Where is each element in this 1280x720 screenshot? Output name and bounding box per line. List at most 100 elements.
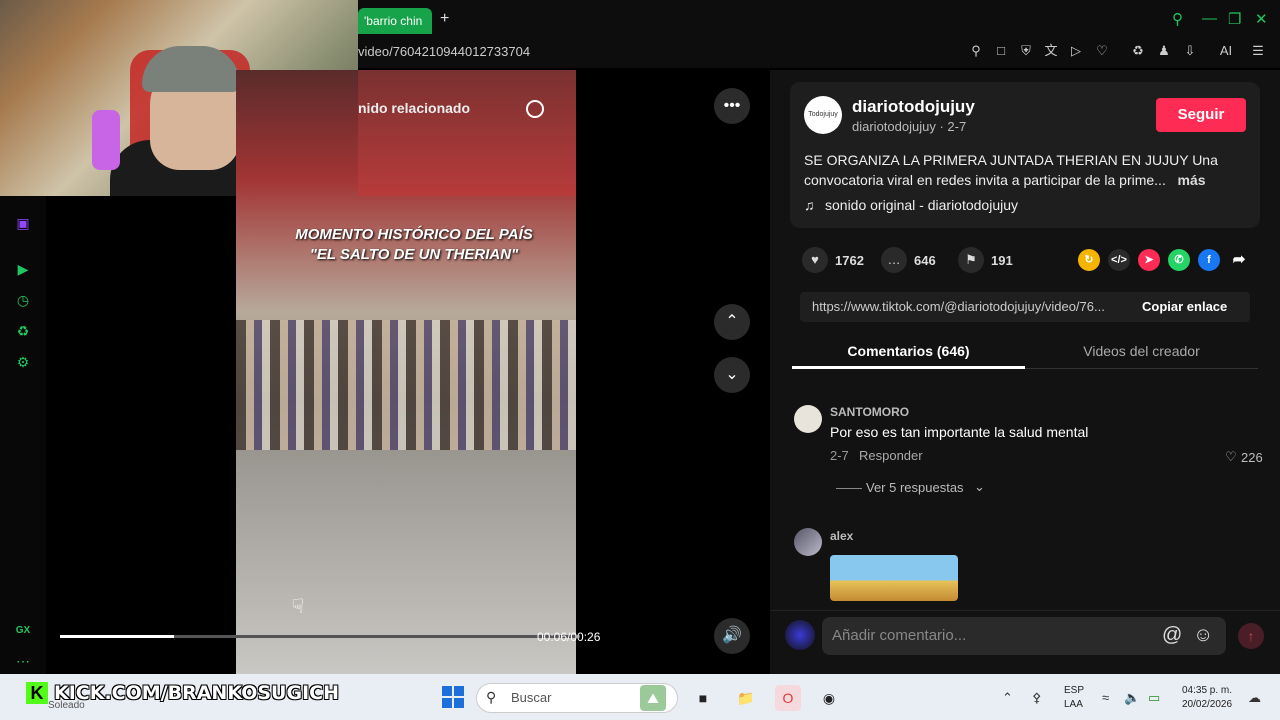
emoji-icon[interactable]: ☺ — [1193, 624, 1213, 647]
comment-username[interactable]: alex — [830, 529, 853, 543]
url-field[interactable]: video/7604210944012733704 — [358, 44, 530, 59]
windows-start-icon[interactable] — [442, 686, 464, 708]
keyboard-layout-label[interactable]: LAA — [1064, 699, 1083, 710]
comment-date: 2-7 — [830, 448, 849, 463]
next-video-button[interactable]: ⌄ — [714, 357, 750, 393]
history-icon[interactable]: ◷ — [14, 291, 32, 309]
embed-icon[interactable]: </> — [1108, 249, 1130, 271]
app-icon[interactable]: ◉ — [816, 685, 842, 711]
more-options-button[interactable]: ••• — [714, 88, 750, 124]
volume-button[interactable]: 🔊 — [714, 618, 750, 654]
widget-icon[interactable]: ⛰ — [640, 685, 666, 711]
player-icon[interactable]: ▶ — [14, 260, 32, 278]
reply-button[interactable]: Responder — [859, 448, 923, 463]
kick-channel-text: KICK.COM/BRANKOSUGICH — [54, 682, 340, 705]
twitch-icon[interactable]: ▣ — [14, 214, 32, 232]
chevron-down-icon[interactable]: ⌄ — [974, 479, 985, 495]
copy-link-button[interactable]: Copiar enlace — [1142, 299, 1227, 314]
download-icon[interactable]: ⇩ — [1182, 43, 1198, 59]
search-icon: ⚲ — [486, 689, 497, 705]
share-icon[interactable]: ➦ — [1228, 249, 1250, 271]
view-replies-button[interactable]: Ver 5 respuestas — [866, 480, 964, 495]
comment-count: 646 — [914, 253, 936, 268]
previous-video-button[interactable]: ⌃ — [714, 304, 750, 340]
author-name[interactable]: diariotodojujuy — [852, 97, 975, 117]
ai-label: AI — [1219, 43, 1233, 58]
close-icon[interactable]: ✕ — [1255, 10, 1268, 28]
more-link[interactable]: más — [1178, 172, 1206, 188]
like-icon[interactable]: ♥ — [802, 247, 828, 273]
like-count: 1762 — [835, 253, 864, 268]
settings-icon[interactable]: ⚙ — [14, 353, 32, 371]
search-icon[interactable]: ⚲ — [1172, 10, 1183, 28]
shield-icon[interactable]: ⛨ — [1018, 43, 1034, 59]
microphone-tray-icon[interactable]: ⚴ — [1032, 690, 1042, 706]
translate-icon[interactable]: 文 — [1043, 43, 1059, 59]
opera-gx-icon[interactable]: O — [775, 685, 801, 711]
tab-comments[interactable]: Comentarios (646) — [792, 343, 1025, 359]
browser-tab[interactable]: 'barrio chin — [358, 8, 432, 34]
follow-button[interactable]: Seguir — [1156, 98, 1246, 132]
volume-tray-icon[interactable]: 🔈 — [1124, 690, 1140, 706]
comment-username[interactable]: SANTOMORO — [830, 405, 909, 419]
comment-icon[interactable]: … — [881, 247, 907, 273]
active-tab-indicator — [792, 366, 1025, 369]
kick-logo-icon: K — [26, 682, 48, 704]
comment-like-count: 226 — [1241, 450, 1263, 465]
post-link[interactable]: https://www.tiktok.com/@diariotodojujuy/… — [812, 299, 1130, 314]
screenshot-icon[interactable]: □ — [993, 43, 1009, 59]
gx-label[interactable]: GX — [14, 622, 32, 640]
author-avatar[interactable]: Todojujuy — [804, 96, 842, 134]
heart-icon[interactable]: ♡ — [1094, 43, 1110, 59]
taskbar-search-placeholder: Buscar — [511, 690, 552, 705]
mention-icon[interactable]: @ — [1162, 624, 1182, 647]
video-crowd — [236, 320, 576, 450]
related-sound-label[interactable]: nido relacionado — [358, 100, 470, 116]
extensions-icon[interactable]: ♻ — [1130, 43, 1146, 59]
music-link[interactable]: sonido original - diariotodojujuy — [825, 197, 1018, 213]
ai-button[interactable]: AI — [1210, 43, 1242, 59]
file-explorer-icon[interactable]: 📁 — [733, 685, 759, 711]
send-comment-icon[interactable]: ↑ — [1238, 623, 1264, 649]
search-icon[interactable] — [526, 100, 544, 118]
comment-gif[interactable] — [830, 555, 958, 601]
video-timecode: 00:06/00:26 — [537, 630, 601, 644]
language-label[interactable]: ESP — [1064, 685, 1084, 696]
avatar-text: Todojujuy — [808, 111, 838, 118]
wifi-icon[interactable]: ≈ — [1102, 690, 1109, 705]
hand-cursor-icon: ☟ — [292, 596, 305, 618]
pin-icon[interactable]: ⚲ — [968, 43, 984, 59]
replies-divider: —— — [836, 480, 862, 495]
battery-icon[interactable]: ▭ — [1148, 690, 1160, 706]
play-icon[interactable]: ▷ — [1068, 43, 1084, 59]
new-tab-button[interactable]: + — [440, 10, 449, 28]
more-icon[interactable]: ⋯ — [14, 652, 32, 670]
comment-avatar[interactable] — [794, 528, 822, 556]
repost-icon[interactable]: ↻ — [1078, 249, 1100, 271]
minimize-icon[interactable]: — — [1202, 10, 1217, 27]
tray-expand-icon[interactable]: ⌃ — [1002, 690, 1013, 706]
whatsapp-icon[interactable]: ✆ — [1168, 249, 1190, 271]
user-avatar[interactable] — [785, 620, 815, 650]
bookmark-icon[interactable]: ⚑ — [958, 247, 984, 273]
profile-icon[interactable]: ♟ — [1156, 43, 1172, 59]
clock-time[interactable]: 04:35 p. m. — [1182, 685, 1232, 696]
author-subtitle: diariotodojujuy · 2-7 — [852, 119, 967, 134]
extensions-sidebar-icon[interactable]: ♻ — [14, 322, 32, 340]
comment-like-icon[interactable]: ♡ — [1225, 449, 1237, 465]
maximize-icon[interactable]: ❐ — [1228, 10, 1241, 28]
task-view-icon[interactable]: ■ — [690, 685, 716, 711]
post-description: SE ORGANIZA LA PRIMERA JUNTADA THERIAN E… — [804, 150, 1250, 190]
send-icon[interactable]: ➤ — [1138, 249, 1160, 271]
comment-text: Por eso es tan importante la salud menta… — [830, 424, 1089, 440]
tab-creator-videos[interactable]: Videos del creador — [1025, 343, 1258, 359]
music-note-icon: ♫ — [804, 197, 815, 213]
video-caption-line1: MOMENTO HISTÓRICO DEL PAÍS — [295, 226, 533, 243]
comment-avatar[interactable] — [794, 405, 822, 433]
notification-icon[interactable]: ☁ — [1248, 690, 1261, 706]
clock-date[interactable]: 20/02/2026 — [1182, 699, 1232, 710]
description-text: SE ORGANIZA LA PRIMERA JUNTADA THERIAN E… — [804, 152, 1218, 188]
menu-icon[interactable]: ☰ — [1250, 43, 1266, 59]
facebook-icon[interactable]: f — [1198, 249, 1220, 271]
microphone — [92, 110, 120, 170]
